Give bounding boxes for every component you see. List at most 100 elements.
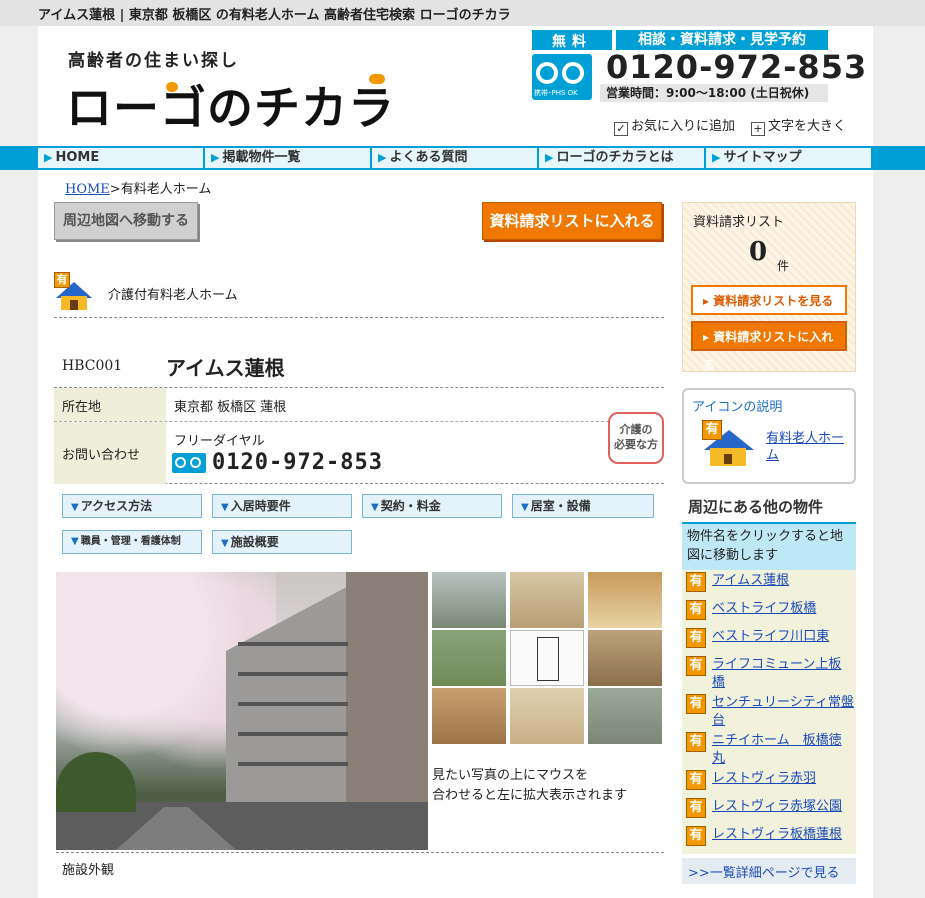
button-label: 資料請求リストを見る — [713, 294, 834, 308]
map-jump-button[interactable]: 周辺地図へ移動する — [54, 202, 198, 240]
type-badge: 有 — [686, 798, 706, 818]
request-list-title: 資料請求リスト — [693, 215, 785, 230]
nearby-link[interactable]: ライフコミューン上板橋 — [712, 656, 854, 692]
photo-thumbnail[interactable] — [510, 572, 584, 628]
freedial-ring-icon — [562, 62, 584, 84]
tab-label: 契約・料金 — [380, 499, 441, 513]
nearby-link[interactable]: アイムス蓮根 — [712, 572, 789, 592]
facility-name: アイムス蓮根 — [166, 356, 285, 380]
tab-label: 入居時要件 — [230, 499, 291, 513]
info-value: 東京都 板橋区 蓮根 — [174, 400, 287, 415]
add-request-list-button[interactable]: ▸ 資料請求リストに入れる — [691, 321, 847, 372]
triangle-down-icon: ▼ — [371, 502, 379, 513]
type-badge: 有 — [686, 694, 706, 714]
tab-label: 施設概要 — [230, 535, 279, 549]
triangle-down-icon: ▼ — [221, 538, 229, 549]
freedial-icon: 携帯･PHS OK — [532, 54, 592, 100]
triangle-right-icon: ▶ — [44, 151, 53, 164]
services-label: 相談・資料請求・見学予約 — [616, 30, 828, 50]
triangle-down-icon: ▼ — [221, 502, 229, 513]
list-item: 有センチュリーシティ常盤台 — [686, 694, 854, 730]
nav-item-home[interactable]: ▶ HOME — [38, 148, 203, 168]
facility-type-row: 有 介護付有料老人ホーム — [54, 270, 664, 318]
triangle-right-icon: ▶ — [712, 151, 721, 164]
tab-overview[interactable]: ▼ 施設概要 — [212, 530, 352, 554]
nav-item-listings[interactable]: ▶ 掲載物件一覧 — [205, 148, 370, 168]
floorplan-thumbnail[interactable] — [510, 630, 584, 686]
type-badge: 有 — [686, 770, 706, 790]
list-item: 有アイムス蓮根 — [686, 572, 854, 592]
checkbox-icon: ✓ — [614, 122, 628, 136]
house-icon: 有 — [54, 272, 94, 312]
nav-item-faq[interactable]: ▶ よくある質問 — [372, 148, 537, 168]
add-favorite-label: お気に入りに追加 — [631, 119, 736, 134]
breadcrumb-home-link[interactable]: HOME — [65, 182, 110, 197]
tab-staff[interactable]: ▼ 職員・管理・看護体制 — [62, 530, 202, 554]
type-badge: 有 — [686, 826, 706, 846]
business-hours: 営業時間：9:00〜18:00 (土日祝休) — [600, 84, 828, 102]
contact-phone-number: 0120-972-853 — [212, 450, 383, 475]
nearby-title: 周辺にある他の物件 — [688, 498, 824, 516]
tab-label: 職員・管理・看護体制 — [80, 536, 181, 547]
triangle-right-icon: ▶ — [211, 151, 220, 164]
icon-legend: アイコンの説明 有 有料老人ホーム — [682, 388, 856, 484]
tab-access[interactable]: ▼ アクセス方法 — [62, 494, 202, 518]
photo-thumbnail[interactable] — [510, 688, 584, 744]
enlarge-text-label: 文字を大きく — [768, 119, 847, 134]
list-item: 有ベストライフ板橋 — [686, 600, 854, 620]
tab-fees[interactable]: ▼ 契約・料金 — [362, 494, 502, 518]
nearby-link[interactable]: ニチイホーム 板橋徳丸 — [712, 732, 854, 768]
view-request-list-button[interactable]: ▸ 資料請求リストを見る — [691, 285, 847, 315]
nav-label: よくある質問 — [389, 150, 468, 165]
nav-label: 掲載物件一覧 — [222, 150, 301, 165]
nearby-link[interactable]: ベストライフ板橋 — [712, 600, 816, 620]
contact-phone[interactable]: 0120-972-853 — [172, 450, 383, 475]
photo-thumbnail[interactable] — [588, 630, 662, 686]
breadcrumb: HOME>有料老人ホーム — [65, 178, 211, 197]
tab-label: 居室・設備 — [530, 499, 591, 513]
nav-item-sitemap[interactable]: ▶ サイトマップ — [706, 148, 871, 168]
photo-thumbnail[interactable] — [588, 572, 662, 628]
photo-hint: 見たい写真の上にマウスを 合わせると左に拡大表示されます — [432, 766, 627, 806]
logo-accent-mark — [166, 82, 178, 92]
legend-link[interactable]: 有料老人ホーム — [766, 430, 852, 464]
triangle-down-icon: ▼ — [71, 502, 79, 513]
nearby-link[interactable]: レストヴィラ赤羽 — [712, 770, 816, 790]
tab-requirements[interactable]: ▼ 入居時要件 — [212, 494, 352, 518]
facility-info-table: 所在地 東京都 板橋区 蓮根 お問い合わせ フリーダイヤル 0120-972-8… — [54, 388, 664, 484]
type-badge: 有 — [702, 420, 722, 440]
photo-thumbnail[interactable] — [588, 688, 662, 744]
request-list-unit: 件 — [777, 259, 790, 273]
list-item: 有ニチイホーム 板橋徳丸 — [686, 732, 854, 768]
global-nav: ▶ HOME ▶ 掲載物件一覧 ▶ よくある質問 ▶ ローゴのチカラとは ▶ サイトマップ — [0, 146, 925, 170]
nav-label: ローゴのチカラとは — [556, 150, 674, 165]
photo-thumbnail[interactable] — [432, 688, 506, 744]
type-badge: 有 — [686, 628, 706, 648]
photo-thumbnail[interactable] — [432, 572, 506, 628]
site-logo[interactable]: ローゴのチカラ — [66, 72, 395, 138]
facility-code: HBC001 — [62, 358, 123, 374]
tab-rooms[interactable]: ▼ 居室・設備 — [512, 494, 654, 518]
request-list-count: 0 — [749, 237, 768, 267]
legend-title: アイコンの説明 — [692, 400, 783, 415]
type-badge: 有 — [54, 272, 70, 288]
add-to-list-button[interactable]: 資料請求リストに入れる — [482, 202, 662, 240]
add-favorite-link[interactable]: ✓ お気に入りに追加 — [614, 115, 735, 136]
photo-hint-line: 見たい写真の上にマウスを — [432, 768, 589, 783]
triangle-right-icon: ▶ — [378, 151, 387, 164]
nearby-link[interactable]: レストヴィラ赤塚公園 — [712, 798, 842, 818]
nearby-link[interactable]: ベストライフ川口東 — [712, 628, 829, 648]
nearby-link[interactable]: センチュリーシティ常盤台 — [712, 694, 854, 730]
type-badge: 有 — [686, 600, 706, 620]
header-phone-number[interactable]: 0120-972-853 — [606, 48, 867, 86]
info-key: お問い合わせ — [54, 422, 166, 484]
enlarge-text-link[interactable]: + 文字を大きく — [751, 115, 846, 136]
freedial-icon — [172, 452, 206, 473]
nearby-link[interactable]: レストヴィラ板橋蓮根 — [712, 826, 842, 846]
info-key: 所在地 — [54, 388, 166, 421]
photo-thumbnail[interactable] — [432, 630, 506, 686]
nav-item-about[interactable]: ▶ ローゴのチカラとは — [539, 148, 704, 168]
nearby-more-link[interactable]: >>一覧詳細ページで見る — [682, 858, 856, 884]
triangle-down-icon: ▼ — [71, 536, 79, 547]
freedial-ring-icon — [536, 62, 558, 84]
